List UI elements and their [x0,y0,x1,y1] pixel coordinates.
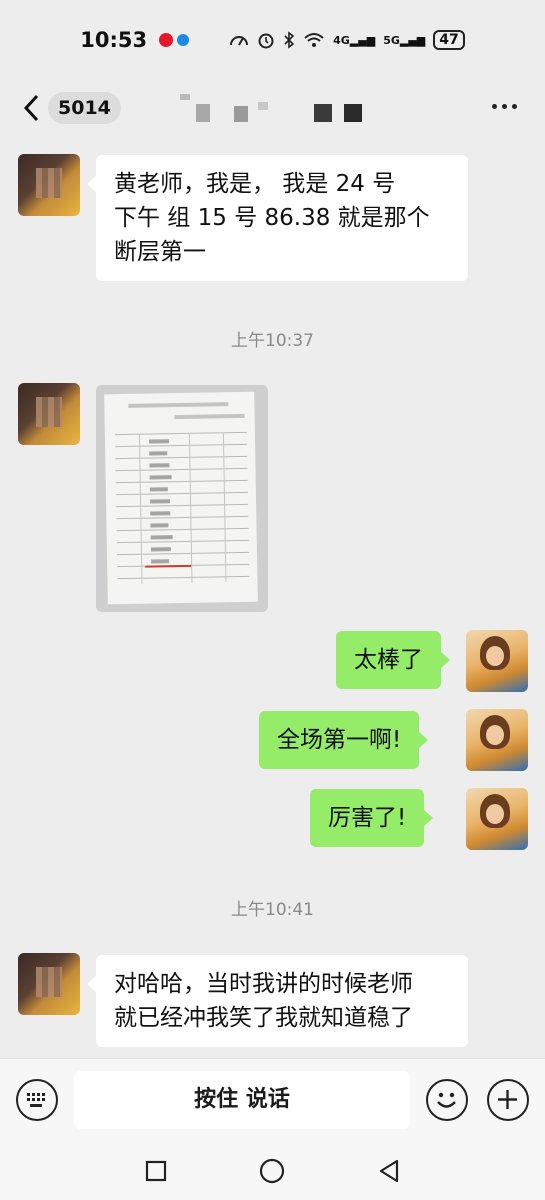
image-message[interactable] [96,385,268,612]
add-icon[interactable] [487,1079,529,1121]
message-timestamp: 上午10:41 [231,900,314,920]
message-timestamp: 上午10:37 [231,331,314,351]
contact-avatar[interactable] [18,953,80,1015]
more-options-icon[interactable] [492,104,517,109]
message-text: 太棒了 [354,647,423,673]
status-bar: 10:53 4G▂▄▆ 5G▂▄▆ 47 [0,0,545,80]
message-text-line: 下午 组 15 号 86.38 就是那个 [114,205,430,231]
contact-avatar[interactable] [18,154,80,216]
app-notification-icon [177,34,190,46]
input-bar: 按住 说话 [0,1058,545,1142]
message-text: 厉害了! [328,805,407,831]
alarm-icon [258,33,274,49]
back-icon[interactable] [378,1159,400,1183]
chat-title-redacted [178,88,378,128]
hold-to-talk-button[interactable]: 按住 说话 [74,1071,410,1129]
message-text-line: 黄老师，我是， 我是 24 号 [114,171,396,197]
weibo-icon [159,33,174,47]
wifi-icon [304,33,324,47]
battery-icon: 47 [433,30,465,50]
back-arrow-icon[interactable] [22,94,40,122]
chat-header: 5014 [0,80,545,136]
unread-count-badge[interactable]: 5014 [48,92,121,124]
recent-apps-icon[interactable] [145,1160,167,1182]
message-text-line: 对哈哈，当时我讲的时候老师 [114,971,413,997]
my-avatar[interactable] [466,709,528,771]
system-nav-bar [0,1142,545,1200]
message-text-line: 断层第一 [114,239,206,265]
message-text-line: 就已经冲我笑了我就知道稳了 [114,1005,413,1031]
speed-icon [230,36,249,46]
my-avatar[interactable] [466,630,528,692]
sent-message-bubble[interactable]: 太棒了 [336,631,450,689]
received-message-bubble[interactable]: 黄老师，我是， 我是 24 号 下午 组 15 号 86.38 就是那个 断层第… [87,155,468,281]
received-message-bubble[interactable]: 对哈哈，当时我讲的时候老师 就已经冲我笑了我就知道稳了 [87,955,468,1047]
message-text: 全场第一啊! [277,727,402,753]
keyboard-icon[interactable] [16,1079,58,1121]
home-icon[interactable] [259,1158,285,1184]
emoji-icon[interactable] [426,1079,468,1121]
score-sheet-image [104,391,258,605]
signal-4g-icon: 4G▂▄▆ [333,33,376,47]
my-avatar[interactable] [466,788,528,850]
bluetooth-icon [284,31,295,49]
sent-message-bubble[interactable]: 全场第一啊! [259,711,429,769]
status-icons: 4G▂▄▆ 5G▂▄▆ 47 [229,30,465,50]
status-time: 10:53 [80,28,148,52]
sent-message-bubble[interactable]: 厉害了! [310,789,434,847]
contact-avatar[interactable] [18,383,80,445]
signal-5g-icon: 5G▂▄▆ [383,33,426,47]
